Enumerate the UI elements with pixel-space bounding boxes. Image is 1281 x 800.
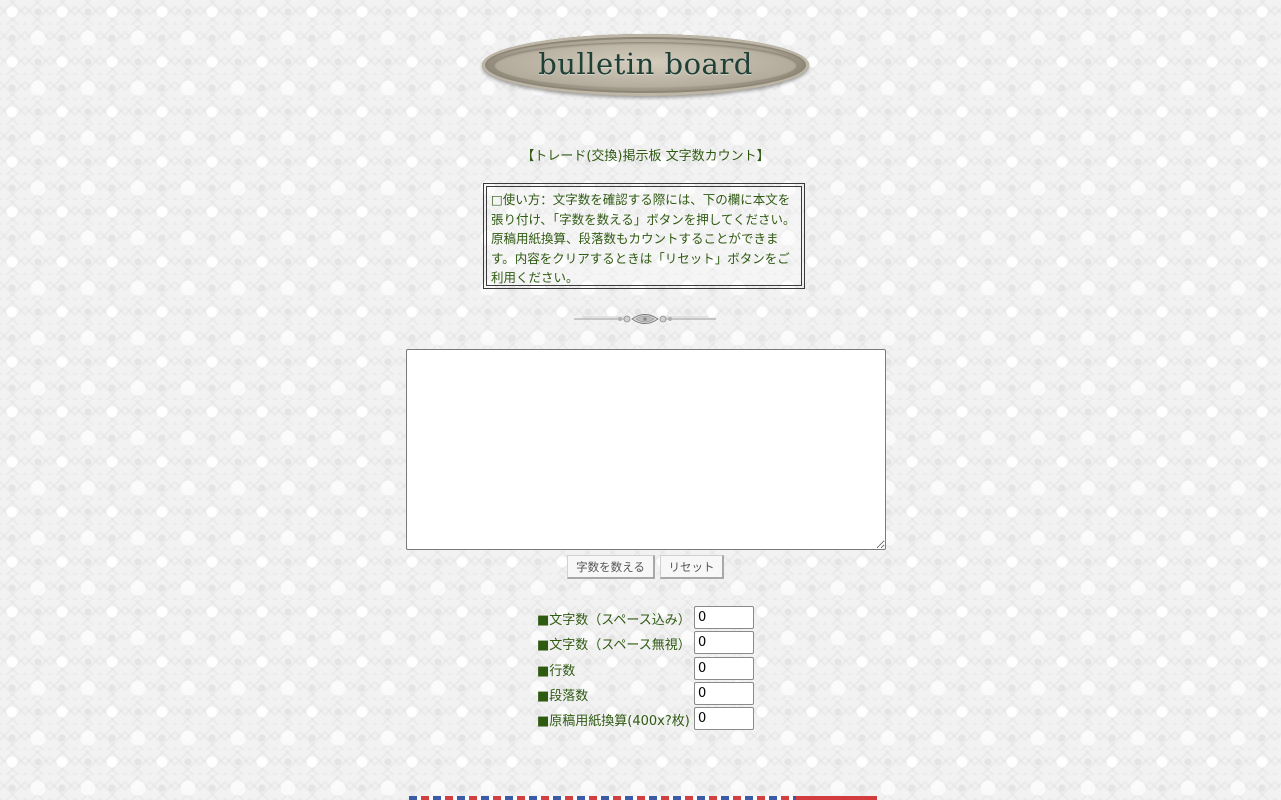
result-label: ■文字数（スペース無視）	[537, 638, 691, 653]
result-label: ■行数	[537, 664, 576, 679]
result-row-lines: ■行数	[537, 657, 767, 680]
logo-text: bulletin board	[538, 47, 753, 81]
count-characters-button[interactable]: 字数を数える	[567, 555, 655, 579]
airmail-stripe-decoration	[409, 796, 796, 800]
result-row-manuscript-pages: ■原稿用紙換算(400x?枚)	[537, 707, 767, 730]
result-row-paragraphs: ■段落数	[537, 682, 767, 705]
text-input-area[interactable]	[406, 349, 886, 550]
paragraph-count-field[interactable]	[694, 682, 754, 705]
footer-red-bar	[796, 796, 877, 800]
result-row-chars-without-spaces: ■文字数（スペース無視）	[537, 631, 767, 654]
result-label: ■原稿用紙換算(400x?枚)	[537, 714, 690, 729]
result-row-chars-with-spaces: ■文字数（スペース込み）	[537, 606, 767, 629]
instruction-box: □使い方：文字数を確認する際には、下の欄に本文を張り付け、「字数を数える」ボタン…	[483, 183, 805, 289]
chars-without-spaces-field[interactable]	[694, 631, 754, 654]
bulletin-board-logo[interactable]: bulletin board	[482, 34, 809, 96]
chars-with-spaces-field[interactable]	[694, 606, 754, 629]
divider-ornament-icon	[574, 314, 716, 324]
reset-button[interactable]: リセット	[660, 555, 724, 579]
result-label: ■段落数	[537, 689, 589, 704]
instruction-text: □使い方：文字数を確認する際には、下の欄に本文を張り付け、「字数を数える」ボタン…	[486, 186, 802, 286]
page-title: 【トレード(交換)掲示板 文字数カウント】	[521, 149, 770, 164]
line-count-field[interactable]	[694, 657, 754, 680]
manuscript-pages-field[interactable]	[694, 707, 754, 730]
result-label: ■文字数（スペース込み）	[537, 613, 691, 628]
